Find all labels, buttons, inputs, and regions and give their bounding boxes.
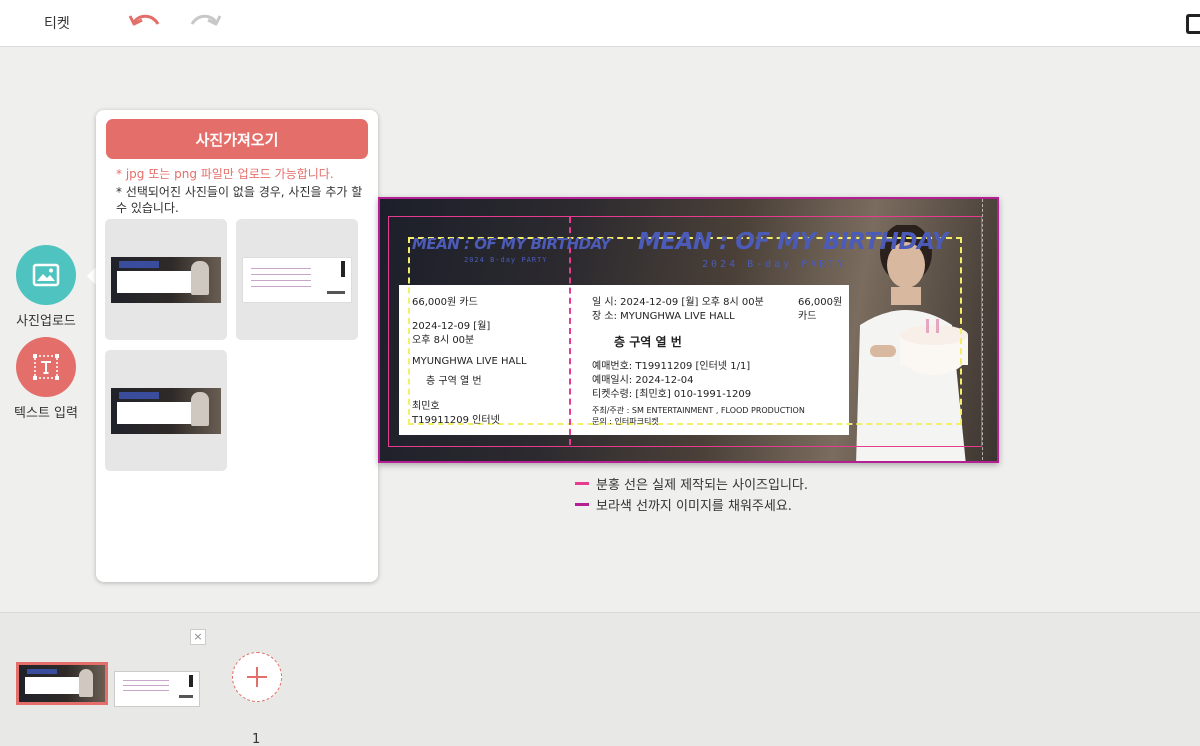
page-strip: × 1 [0, 612, 1200, 746]
photo-thumbnail[interactable] [105, 219, 227, 340]
import-photo-button[interactable]: 사진가져오기 [106, 119, 368, 159]
file-type-note: * jpg 또는 png 파일만 업로드 가능합니다. [116, 167, 334, 181]
ticket-canvas[interactable]: MEAN : OF MY BIRTHDAY 2024 B-day PARTY M… [378, 197, 999, 463]
back-preview-image [115, 672, 199, 706]
stub-price: 66,000원 카드 [412, 297, 478, 308]
main-price: 66,000원 [798, 297, 843, 308]
main-logo: MEAN : OF MY BIRTHDAY [638, 229, 948, 255]
main-booking-no: 예매번호: T19911209 [인터넷 1/1] [592, 361, 751, 372]
main-datetime: 일 시: 2024-12-09 [월] 오후 8시 00분 [592, 297, 764, 308]
legend-purple: 보라색 선까지 이미지를 채워주세요. [575, 495, 792, 514]
main-organizer: 주최/주관 : SM ENTERTAINMENT , FLOOD PRODUCT… [592, 406, 805, 415]
text-input-label: 텍스트 입력 [14, 406, 78, 421]
ticket-back-preview-image [242, 256, 352, 303]
stub-name: 최민호 [412, 401, 440, 412]
ticket-preview-image [111, 387, 221, 434]
stub-logo: MEAN : OF MY BIRTHDAY [412, 235, 611, 253]
text-icon [16, 337, 76, 397]
stub-date: 2024-12-09 [월] [412, 321, 491, 332]
main-receiver: 티켓수령: [최민호] 010-1991-1209 [592, 389, 752, 400]
photo-thumbnail[interactable] [236, 219, 358, 340]
legend-pink: 분홍 선은 실제 제작되는 사이즈입니다. [575, 474, 808, 493]
front-preview-image [19, 665, 105, 702]
image-icon [16, 245, 76, 305]
stub-subtitle: 2024 B-day PARTY [464, 256, 548, 264]
legend-pink-text: 분홍 선은 실제 제작되는 사이즈입니다. [596, 478, 809, 493]
main-subtitle: 2024 B-day PARTY [702, 259, 847, 270]
page-title: 티켓 [44, 16, 70, 32]
bleed-guide [982, 199, 983, 461]
redo-icon[interactable] [188, 12, 222, 34]
legend-purple-text: 보라색 선까지 이미지를 채워주세요. [596, 499, 792, 514]
main-booking-date: 예매일시: 2024-12-04 [592, 375, 694, 386]
main-method: 카드 [798, 311, 817, 322]
plus-icon [247, 667, 267, 687]
page-number: 1 [252, 732, 261, 746]
photo-upload-tool[interactable]: 사진업로드 [8, 245, 84, 329]
main-place: 장 소: MYUNGHWA LIVE HALL [592, 311, 735, 322]
text-input-tool[interactable]: 텍스트 입력 [8, 337, 84, 421]
main-seat: 층 구역 열 번 [614, 335, 682, 349]
page-thumbnail-back[interactable] [114, 671, 200, 707]
pink-swatch [575, 482, 589, 485]
stub-time: 오후 8시 00분 [412, 335, 475, 346]
stub-venue: MYUNGHWA LIVE HALL [412, 356, 527, 367]
stub-seat: 층 구역 열 번 [426, 376, 482, 387]
photo-thumbnail[interactable] [105, 350, 227, 471]
photo-panel: 사진가져오기 * jpg 또는 png 파일만 업로드 가능합니다. * 선택되… [96, 110, 378, 582]
photo-upload-label: 사진업로드 [16, 314, 76, 329]
undo-icon[interactable] [128, 12, 162, 34]
close-icon[interactable]: × [190, 629, 206, 645]
add-page-button[interactable] [232, 652, 282, 702]
stub-booking: T19911209 인터넷 [412, 415, 500, 426]
purple-swatch [575, 503, 589, 506]
preview-icon[interactable] [1186, 14, 1200, 34]
ticket-preview-image [111, 256, 221, 303]
main-inquiry: 문의 : 인터파크티켓 [592, 417, 659, 426]
add-photo-note: * 선택되어진 사진들이 없을 경우, 사진을 추가 할 수 있습니다. [116, 185, 363, 215]
top-bar: 티켓 [0, 0, 1200, 47]
page-thumbnail-front[interactable] [16, 662, 108, 705]
